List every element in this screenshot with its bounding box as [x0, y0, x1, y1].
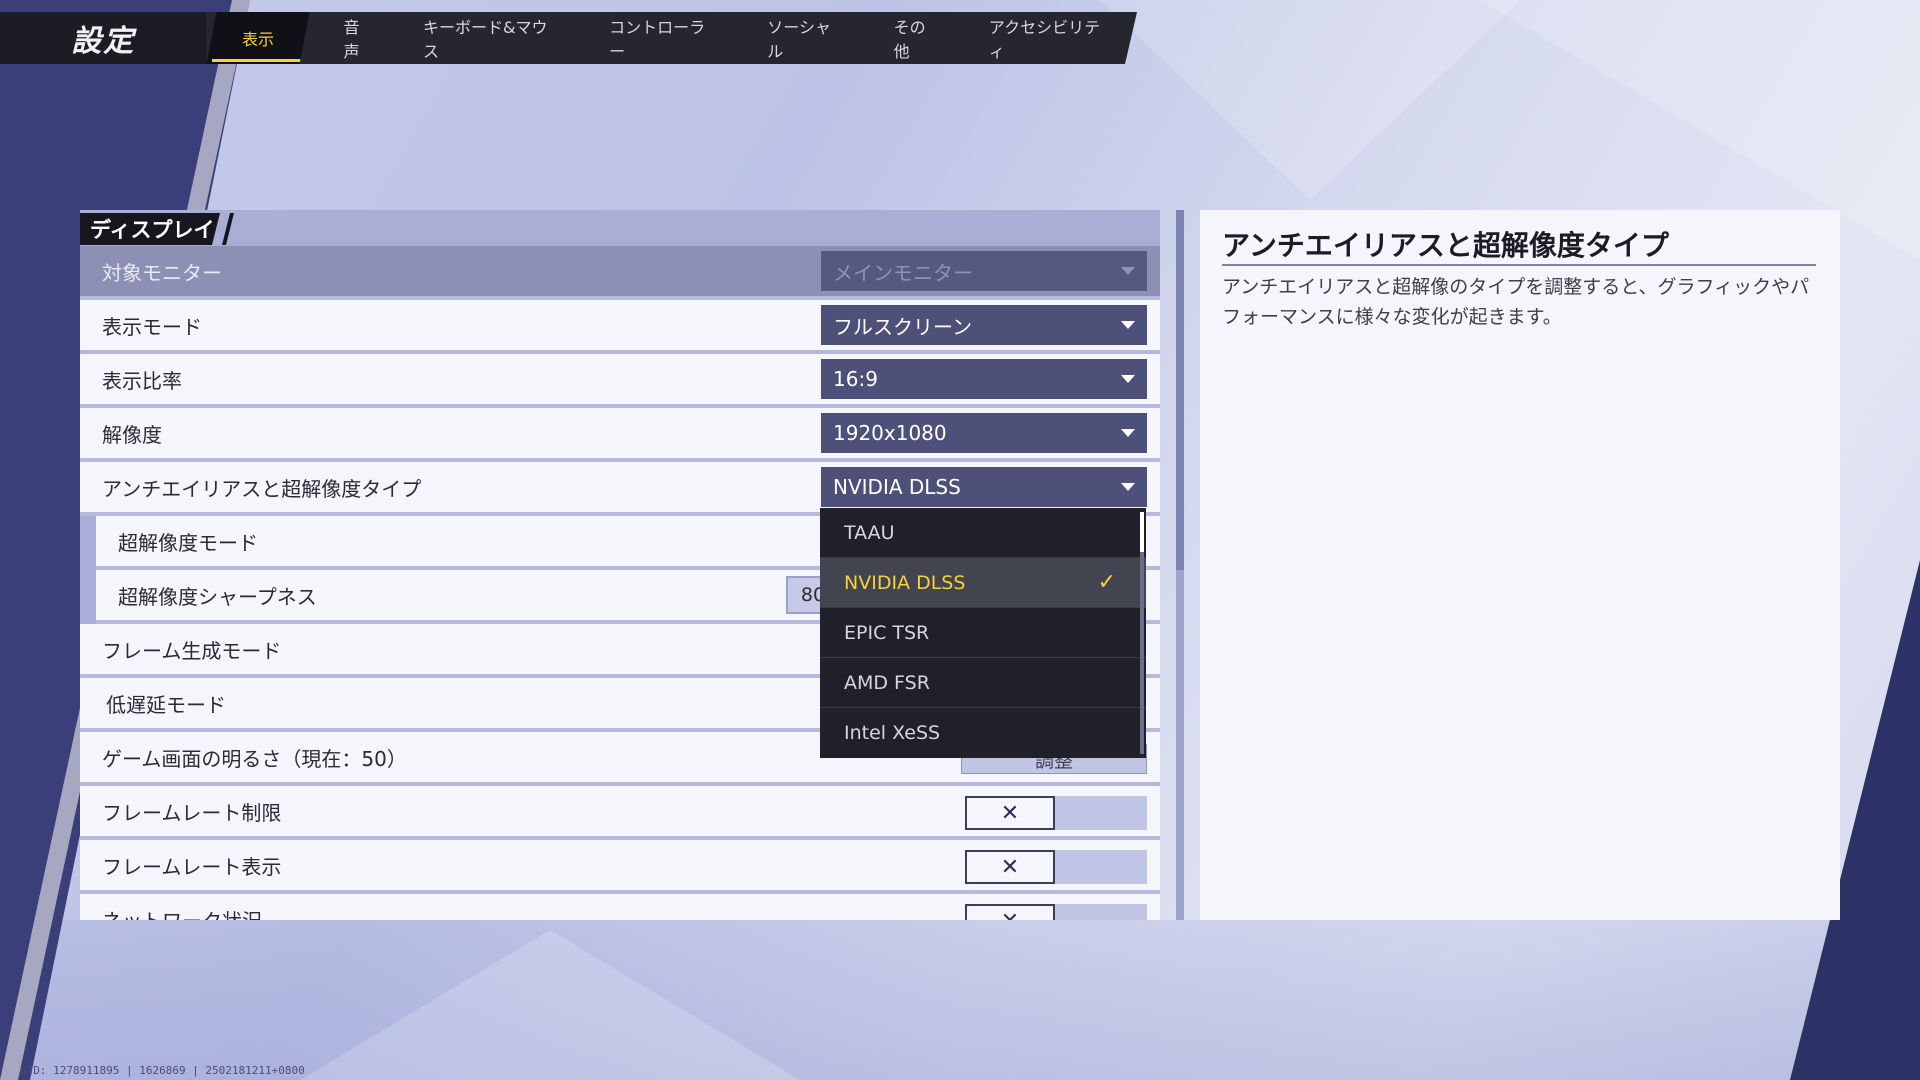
setting-label: 表示モード: [102, 314, 202, 339]
frame-limit-toggle[interactable]: ✕: [965, 796, 1147, 830]
setting-row-network: ネットワーク状況 ✕: [80, 894, 1160, 920]
option-label: AMD FSR: [844, 671, 930, 694]
uid-footer: UID: 1278911895 | 1626869 | 2502181211+0…: [20, 1064, 305, 1077]
aa-type-dropdown[interactable]: NVIDIA DLSS: [821, 467, 1147, 507]
section-header: ディスプレイ: [80, 210, 1160, 246]
description-divider: [1222, 264, 1816, 266]
dropdown-value: 16:9: [833, 367, 878, 391]
toggle-off-icon: ✕: [965, 850, 1055, 884]
option-label: NVIDIA DLSS: [844, 571, 966, 594]
background-shape: [1100, 0, 1520, 200]
setting-row-resolution: 解像度 1920x1080: [80, 408, 1160, 462]
setting-label: 低遅延モード: [106, 692, 226, 717]
dropdown-value: NVIDIA DLSS: [833, 475, 961, 499]
network-toggle[interactable]: ✕: [965, 904, 1147, 920]
chevron-down-icon: [1121, 483, 1135, 491]
description-title: アンチエイリアスと超解像度タイプ: [1222, 229, 1669, 262]
setting-row-display-mode: 表示モード フルスクリーン: [80, 300, 1160, 354]
setting-row-target-monitor: 対象モニター メインモニター: [80, 246, 1160, 300]
frame-display-toggle[interactable]: ✕: [965, 850, 1147, 884]
setting-label: 超解像度シャープネス: [118, 584, 317, 609]
background-band: [0, 920, 1920, 1080]
checkmark-icon: ✓: [1097, 570, 1116, 595]
tab-accessibility[interactable]: アクセシビリティ: [965, 12, 1137, 64]
dropdown-value: メインモニター: [833, 260, 973, 285]
aa-type-dropdown-menu: TAAU NVIDIA DLSS ✓ EPIC TSR AMD FSR Inte…: [820, 508, 1146, 758]
chevron-down-icon: [1121, 375, 1135, 383]
description-panel: アンチエイリアスと超解像度タイプ アンチエイリアスと超解像のタイプを調整すると、…: [1200, 210, 1840, 920]
setting-label: ゲーム画面の明るさ（現在：50）: [102, 746, 407, 771]
setting-row-aspect-ratio: 表示比率 16:9: [80, 354, 1160, 408]
setting-label: 対象モニター: [102, 260, 222, 285]
setting-label: 超解像度モード: [118, 530, 258, 555]
chevron-down-icon: [1121, 321, 1135, 329]
setting-label: フレーム生成モード: [102, 638, 282, 663]
setting-label: 表示比率: [102, 368, 182, 393]
tab-display[interactable]: 表示: [206, 12, 309, 64]
tab-social[interactable]: ソーシャル: [743, 12, 869, 64]
aspect-ratio-dropdown[interactable]: 16:9: [821, 359, 1147, 399]
dropdown-option-amd-fsr[interactable]: AMD FSR: [820, 658, 1146, 708]
target-monitor-dropdown: メインモニター: [821, 251, 1147, 291]
chevron-down-icon: [1121, 429, 1135, 437]
setting-label: ネットワーク状況: [80, 905, 262, 921]
dropdown-value: フルスクリーン: [833, 314, 972, 339]
description-body: アンチエイリアスと超解像のタイプを調整すると、グラフィックやパフォーマンスに様々…: [1222, 276, 1810, 328]
setting-label: 解像度: [102, 422, 162, 447]
dropdown-option-intel-xess[interactable]: Intel XeSS: [820, 708, 1146, 758]
dropdown-option-taau[interactable]: TAAU: [820, 508, 1146, 558]
settings-scrollbar-thumb[interactable]: [1176, 210, 1184, 570]
dropdown-scrollbar-thumb[interactable]: [1140, 512, 1144, 552]
chevron-down-icon: [1121, 267, 1135, 275]
option-label: Intel XeSS: [844, 722, 941, 744]
tab-keyboard-mouse[interactable]: キーボード&マウス: [399, 12, 585, 64]
setting-row-frame-limit: フレームレート制限 ✕: [80, 786, 1160, 840]
dropdown-value: 1920x1080: [833, 421, 947, 445]
section-title: ディスプレイ: [80, 213, 220, 245]
option-label: TAAU: [844, 521, 895, 544]
tab-other[interactable]: その他: [870, 12, 965, 64]
top-nav-bar: 設定 表示 音声 キーボード&マウス コントローラー ソーシャル その他 アクセ…: [0, 12, 1137, 64]
settings-title: 設定: [0, 12, 207, 64]
setting-label: アンチエイリアスと超解像度タイプ: [102, 476, 422, 501]
tab-audio[interactable]: 音声: [310, 12, 399, 64]
tab-controller[interactable]: コントローラー: [585, 12, 743, 64]
setting-row-frame-display: フレームレート表示 ✕: [80, 840, 1160, 894]
setting-label: フレームレート表示: [102, 854, 282, 879]
setting-label: フレームレート制限: [102, 800, 282, 825]
dropdown-option-epic-tsr[interactable]: EPIC TSR: [820, 608, 1146, 658]
section-slash-decoration: [222, 213, 234, 245]
display-mode-dropdown[interactable]: フルスクリーン: [821, 305, 1147, 345]
toggle-off-icon: ✕: [965, 904, 1055, 920]
option-label: EPIC TSR: [844, 621, 930, 644]
toggle-off-icon: ✕: [965, 796, 1055, 830]
resolution-dropdown[interactable]: 1920x1080: [821, 413, 1147, 453]
dropdown-option-nvidia-dlss[interactable]: NVIDIA DLSS ✓: [820, 558, 1146, 608]
